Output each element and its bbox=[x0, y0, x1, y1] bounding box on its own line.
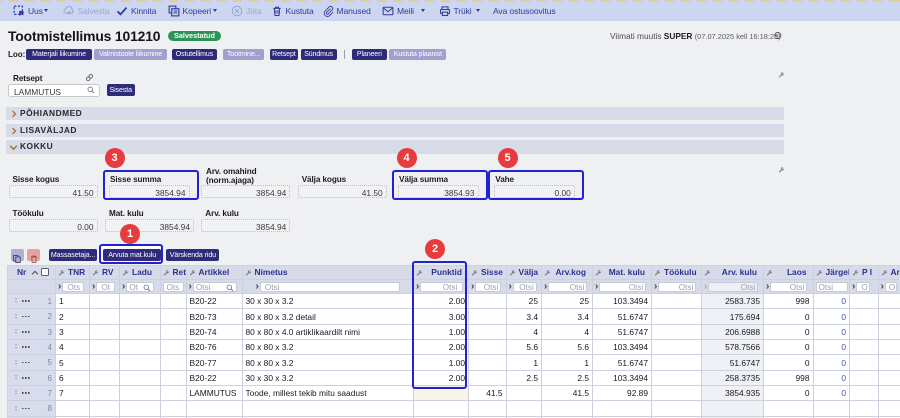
svg-text:5: 5 bbox=[776, 33, 779, 38]
